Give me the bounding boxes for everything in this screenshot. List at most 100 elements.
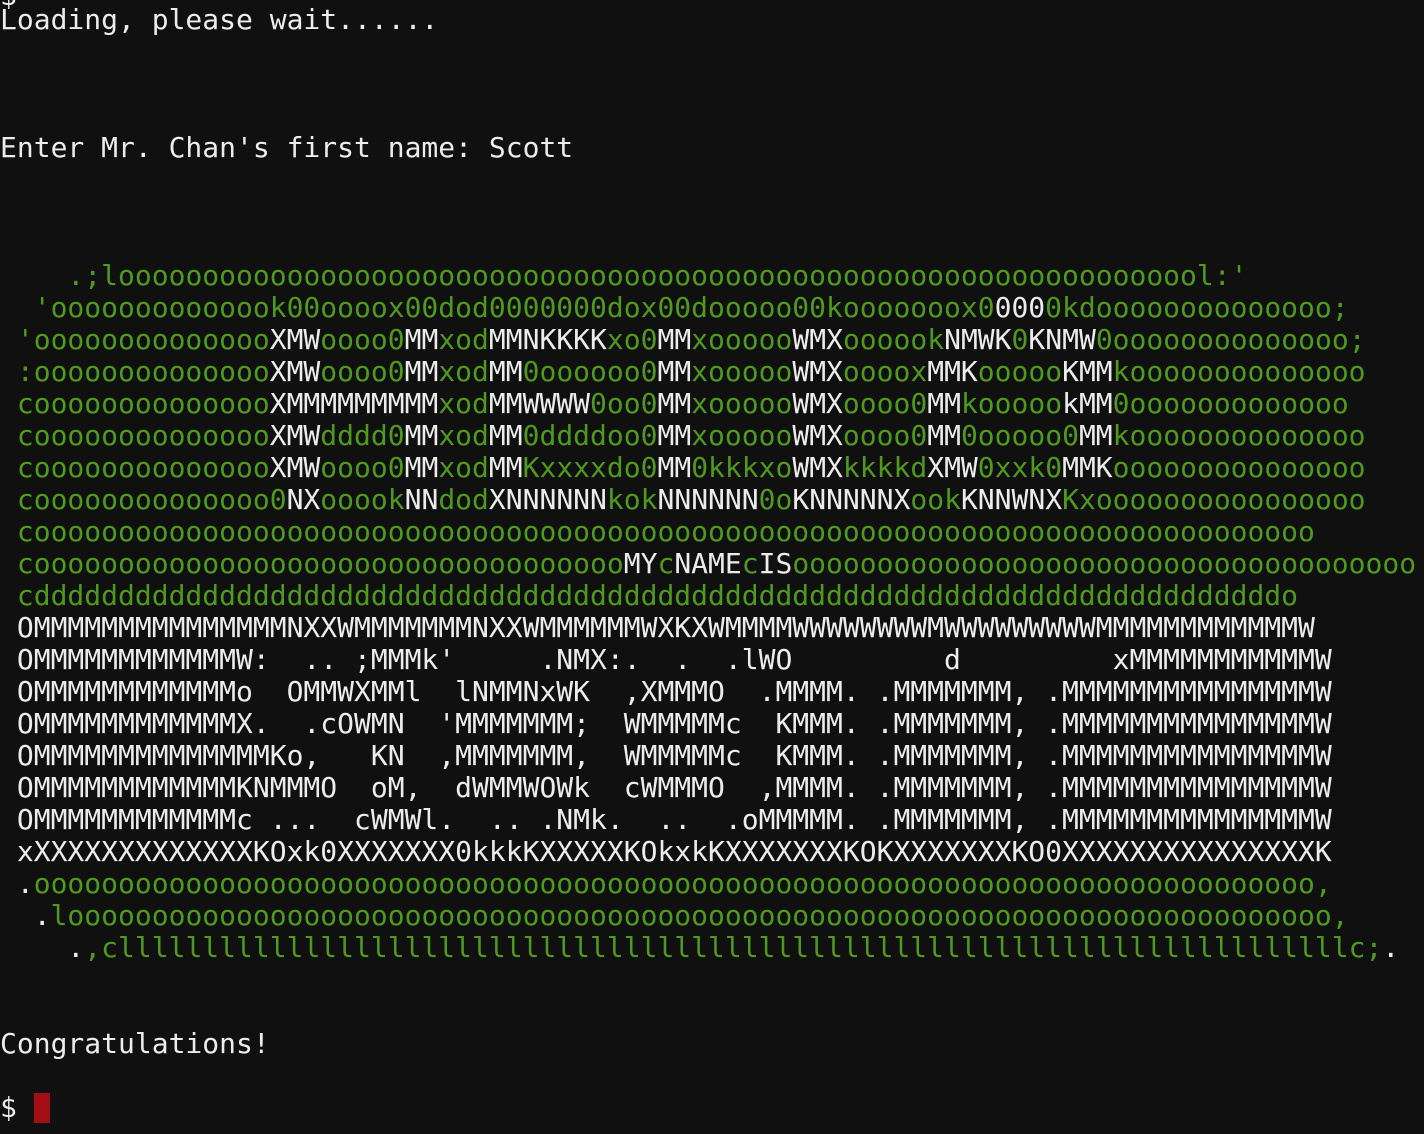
ascii-art-segment: 0kdoooooooooooooo; — [1045, 291, 1349, 324]
ascii-art-segment: MMWWWW — [488, 387, 591, 420]
ascii-art-segment: dod — [438, 483, 489, 516]
ascii-art-segment: OMMMMMMMMMMMMX. .cOWMN 'MMMMMMM; WMMMMMc… — [0, 707, 1332, 740]
ascii-art-segment: 0 — [1011, 323, 1029, 356]
ascii-art-segment: 0o — [758, 483, 793, 516]
ascii-art-segment: 000 — [994, 291, 1046, 324]
ascii-art-segment: cooooooooooooooooooooooooooooooooooooooo… — [0, 515, 1315, 548]
ascii-art-segment: MM — [927, 419, 961, 452]
ascii-art-segment: xod — [438, 419, 489, 452]
ascii-art-segment: xod — [438, 355, 489, 388]
ascii-art-segment: kMM — [1062, 387, 1113, 420]
ascii-art-segment: OMMMMMMMMMMMMKNMMMO oM, dWMMWOWk cWMMMO … — [0, 771, 1332, 804]
ascii-art-segment: 0ooooo0 — [960, 419, 1079, 452]
ascii-art-segment: MMK — [927, 355, 978, 388]
ascii-art-segment: NN — [404, 483, 439, 516]
ascii-art-segment: MM — [657, 387, 692, 420]
ascii-art-segment: 0oo0 — [590, 387, 658, 420]
ascii-art-segment: XMW — [269, 451, 321, 484]
ascii-art-row: cooooooooooooooXMMMMMMMMMxodMMWWWW0oo0MM… — [0, 388, 1416, 420]
ascii-art-segment: oooo0 — [842, 387, 928, 420]
ascii-art-row: OMMMMMMMMMMMMMMMNXXWMMMMMMMNXXWMMMMMMWXK… — [0, 612, 1416, 644]
ascii-art-segment: oooo0 — [320, 451, 405, 484]
ascii-art-segment: . — [1382, 931, 1400, 964]
ascii-art-row: 'oooooooooooook00oooox00dod0000000dox00d… — [0, 292, 1416, 324]
ascii-art-segment: looooooooooooooooooooooooooooooooooooooo… — [101, 259, 1248, 292]
ascii-art-row: .loooooooooooooooooooooooooooooooooooooo… — [0, 900, 1416, 932]
ascii-art-segment: MM — [404, 419, 439, 452]
terminal-window[interactable]: $ Loading, please wait...... Enter Mr. C… — [0, 0, 1424, 1134]
ascii-art-row: OMMMMMMMMMMMMo OMMWXMMl lNMMNxWK ,XMMMO … — [0, 676, 1416, 708]
ascii-art-row: cooooooooooooooXMWoooo0MMxodMMKxxxxdo0MM… — [0, 452, 1416, 484]
ascii-art-segment: kok — [606, 483, 658, 516]
ascii-art-segment: NMWK — [944, 323, 1012, 356]
ascii-art-banner: .;looooooooooooooooooooooooooooooooooooo… — [0, 260, 1416, 964]
name-input-value: Scott — [488, 131, 574, 164]
ascii-art-segment: oooo0 — [320, 323, 405, 356]
ascii-art-segment: ,cllllllllllllllllllllllllllllllllllllll… — [84, 931, 1383, 964]
name-prompt-label: Enter Mr. Chan's first name: — [0, 131, 489, 164]
ascii-art-row: .,clllllllllllllllllllllllllllllllllllll… — [0, 932, 1416, 964]
loading-message: Loading, please wait...... — [0, 3, 439, 36]
ascii-art-segment: WMX — [792, 387, 843, 420]
ascii-art-segment: MM — [657, 419, 692, 452]
ascii-art-segment: ook — [910, 483, 961, 516]
ascii-art-segment: XMMMMMMMMM — [269, 387, 439, 420]
ascii-art-segment: oooook — [842, 323, 945, 356]
ascii-art-segment: 0xxk0 — [977, 451, 1063, 484]
ascii-art-segment: looooooooooooooooooooooooooooooooooooooo… — [50, 899, 1349, 932]
ascii-art-row: :ooooooooooooooXMWoooo0MMxodMM0oooooo0MM… — [0, 356, 1416, 388]
ascii-art-segment: XMW — [269, 355, 321, 388]
ascii-art-segment: xod — [438, 387, 489, 420]
ascii-art-segment: MM — [488, 355, 523, 388]
ascii-art-segment: NX — [286, 483, 321, 516]
ascii-art-segment: ooooo — [977, 355, 1063, 388]
ascii-art-segment: .; — [0, 259, 102, 292]
ascii-art-segment: KNNWNX — [960, 483, 1063, 516]
ascii-art-row: xXXXXXXXXXXXXXKOxk0XXXXXXX0kkkKXXXXXKOkx… — [0, 836, 1416, 868]
ascii-art-segment: oooo0 — [842, 419, 928, 452]
ascii-art-segment: XNNNNNN — [488, 483, 607, 516]
ascii-art-row: OMMMMMMMMMMMMc ... cWMWl. .. .NMk. .. .o… — [0, 804, 1416, 836]
ascii-art-segment: coooooooooooooo — [0, 451, 270, 484]
ascii-art-segment: cooooooooooooooooooooooooooooooooooo — [0, 547, 624, 580]
ascii-art-row: cooooooooooooooXMWdddd0MMxodMM0ddddoo0MM… — [0, 420, 1416, 452]
ascii-art-segment: MM — [404, 451, 439, 484]
ascii-art-segment: KNNNNNX — [792, 483, 911, 516]
ascii-art-row: OMMMMMMMMMMMMX. .cOWMN 'MMMMMMM; WMMMMMc… — [0, 708, 1416, 740]
ascii-art-segment: coooooooooooooo — [0, 419, 270, 452]
ascii-art-segment: . — [0, 931, 85, 964]
ascii-art-segment: xooooo — [691, 323, 793, 356]
ascii-art-segment: 0oooooooooooooo; — [1095, 323, 1366, 356]
ascii-art-segment: ooooooooooooooo — [1112, 451, 1366, 484]
ascii-art-segment: koooooooooooooo — [1112, 355, 1366, 388]
ascii-art-segment: MM — [404, 355, 439, 388]
ascii-art-row: OMMMMMMMMMMMMKNMMMO oM, dWMMWOWk cWMMMO … — [0, 772, 1416, 804]
ascii-art-segment: MM — [927, 387, 961, 420]
ascii-art-row: .;looooooooooooooooooooooooooooooooooooo… — [0, 260, 1416, 292]
ascii-art-segment: oooox — [842, 355, 928, 388]
ascii-art-segment: MM — [657, 323, 692, 356]
ascii-art-segment: Kxoooooooooooooooo — [1062, 483, 1366, 516]
ascii-art-segment: MMNKKKK — [488, 323, 607, 356]
shell-prompt: $ — [0, 1091, 17, 1124]
ascii-art-segment: 0kkkxo — [691, 451, 793, 484]
ascii-art-segment: c — [657, 547, 675, 580]
ascii-art-segment: KNMW — [1028, 323, 1096, 356]
ascii-art-segment: xXXXXXXXXXXXXXKOxk0XXXXXXX0kkkKXXXXXKOkx… — [0, 835, 1332, 868]
ascii-art-segment: XMW — [269, 419, 321, 452]
terminal-cursor[interactable] — [34, 1093, 50, 1123]
ascii-art-row: coooooooooooooo0NXooookNNdodXNNNNNNkokNN… — [0, 484, 1416, 516]
ascii-art-segment: OMMMMMMMMMMMMo OMMWXMMl lNMMNxWK ,XMMMO … — [0, 675, 1332, 708]
ascii-art-segment: xod — [438, 323, 489, 356]
ascii-art-segment: WMX — [792, 451, 843, 484]
ascii-art-segment: koooooooooooooo — [1112, 419, 1366, 452]
ascii-art-segment: xooooo — [691, 355, 793, 388]
ascii-art-segment: MM — [488, 419, 523, 452]
ascii-art-segment: cddddddddddddddddddddddddddddddddddddddd… — [0, 579, 1299, 612]
ascii-art-segment: KMM — [1062, 355, 1113, 388]
ascii-art-segment: xo0 — [606, 323, 658, 356]
ascii-art-segment: MM — [657, 451, 692, 484]
result-message: Congratulations! — [0, 1027, 270, 1060]
ascii-art-segment: 0ddddoo0 — [522, 419, 658, 452]
ascii-art-segment: OMMMMMMMMMMMMMMMNXXWMMMMMMMNXXWMMMMMMWXK… — [0, 611, 1315, 644]
